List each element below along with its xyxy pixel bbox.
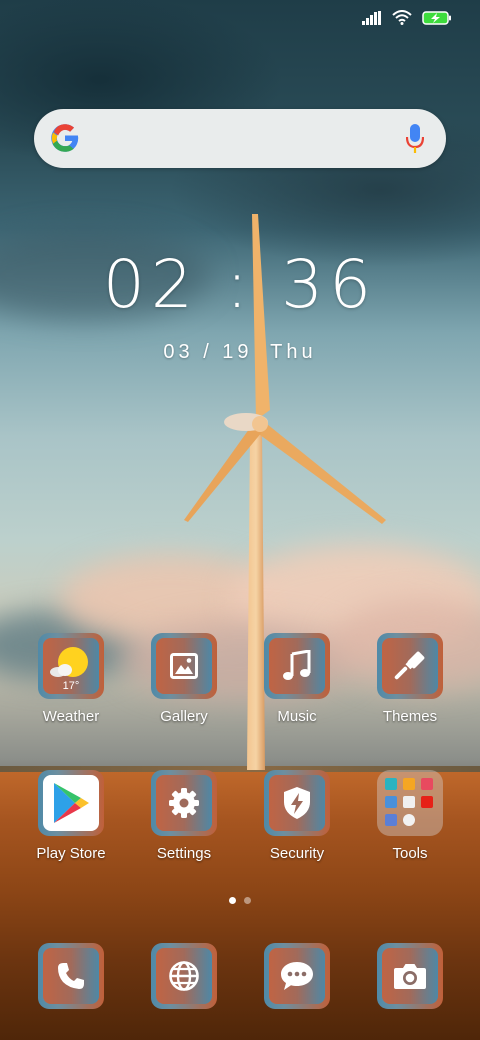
gallery-image-icon	[170, 653, 198, 679]
chat-bubble-icon	[281, 962, 313, 990]
music-note-icon	[283, 650, 311, 680]
camera-icon	[394, 964, 426, 989]
folder-icon	[377, 770, 443, 836]
page-indicator	[0, 897, 480, 904]
clock-date[interactable]: 03 / 19 Thu	[0, 341, 480, 364]
clock-time[interactable]: 02 : 36	[0, 246, 480, 323]
app-label-security: Security	[269, 845, 325, 862]
app-label-play-store: Play Store	[36, 845, 106, 862]
paintbrush-icon	[394, 651, 425, 680]
dock-messages[interactable]	[242, 943, 352, 1009]
status-bar	[362, 10, 452, 25]
mini-app-icon	[385, 796, 397, 808]
google-search-bar[interactable]	[34, 109, 446, 168]
app-folder-tools[interactable]: Tools	[355, 770, 465, 862]
app-label-tools: Tools	[392, 845, 428, 862]
app-label-weather: Weather	[42, 708, 100, 725]
mini-app-icon	[403, 778, 415, 790]
app-music[interactable]: Music	[242, 633, 352, 725]
mini-app-icon	[421, 796, 433, 808]
mini-app-icon	[385, 814, 397, 826]
app-label-music: Music	[277, 708, 317, 725]
google-g-logo-icon	[51, 124, 79, 152]
mini-app-icon	[403, 814, 415, 826]
app-weather[interactable]: 17° Weather	[16, 633, 126, 725]
dock-camera[interactable]	[355, 943, 465, 1009]
play-store-icon	[54, 783, 89, 823]
app-security[interactable]: Security	[242, 770, 352, 862]
app-settings[interactable]: Settings	[129, 770, 239, 862]
weather-temperature: 17°	[62, 680, 80, 692]
weekday-text: Thu	[270, 341, 317, 363]
page-dot	[244, 897, 251, 904]
app-themes[interactable]: Themes	[355, 633, 465, 725]
signal-icon	[362, 10, 381, 25]
app-gallery[interactable]: Gallery	[129, 633, 239, 725]
gear-icon	[169, 788, 199, 818]
dock-phone[interactable]	[16, 943, 126, 1009]
date-text: 03 / 19	[163, 341, 253, 363]
globe-icon	[169, 961, 199, 991]
mini-app-icon	[421, 778, 433, 790]
app-label-gallery: Gallery	[160, 708, 208, 725]
app-label-settings: Settings	[156, 845, 212, 862]
mini-app-icon	[403, 796, 415, 808]
app-play-store[interactable]: Play Store	[16, 770, 126, 862]
dock-browser[interactable]	[129, 943, 239, 1009]
wifi-icon	[392, 10, 412, 25]
mini-app-icon	[385, 778, 397, 790]
battery-charging-icon	[422, 10, 451, 25]
voice-search-mic-icon[interactable]	[406, 124, 424, 154]
phone-icon	[58, 963, 84, 989]
app-label-themes: Themes	[382, 708, 438, 725]
page-dot-active	[229, 897, 236, 904]
shield-bolt-icon	[284, 787, 310, 819]
